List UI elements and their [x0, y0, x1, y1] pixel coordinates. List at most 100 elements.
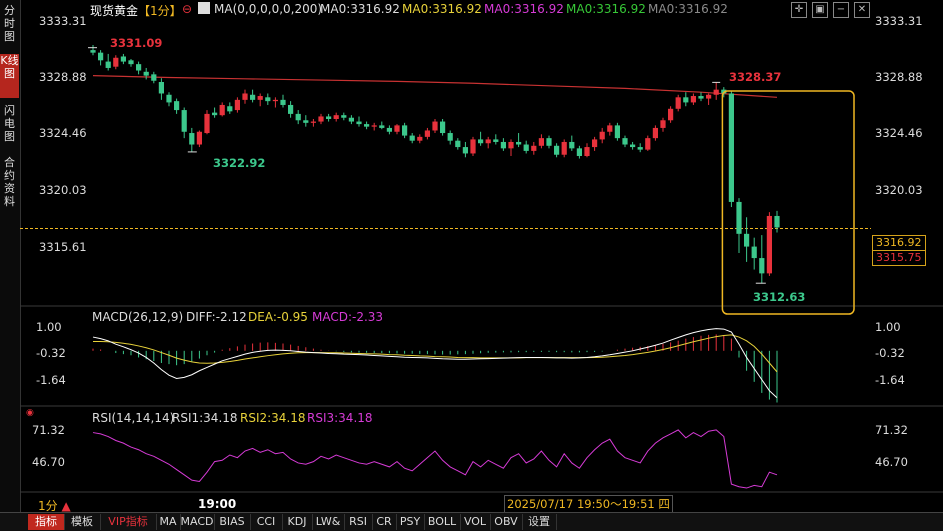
candle-body — [462, 147, 468, 154]
price-tick-left-1: 3333.31 — [39, 14, 87, 28]
candle-body — [196, 131, 202, 145]
candle-body — [333, 115, 339, 119]
candle-body — [478, 139, 484, 144]
chart-type-icon[interactable] — [198, 2, 210, 14]
tab-rsi[interactable]: RSI — [344, 514, 373, 530]
macd-tick-right-2: -0.32 — [875, 346, 905, 360]
candle-body — [310, 121, 316, 123]
tab-vip[interactable]: VIP指标 — [100, 514, 157, 530]
candle-body — [341, 115, 347, 118]
candle-body — [713, 89, 719, 95]
candle-body — [622, 138, 628, 145]
macd-dea: DEA:-0.95 — [248, 310, 308, 324]
annotation-low-right: 3312.63 — [753, 290, 806, 304]
candle-body — [569, 141, 575, 149]
candle-body — [98, 52, 104, 61]
period-label[interactable]: 【1分】 — [138, 2, 182, 19]
rsi-tick-right-1: 71.32 — [875, 423, 908, 437]
diff-line — [92, 328, 778, 399]
candle-body — [614, 125, 620, 139]
sidebar-item-timeshare[interactable]: 分时图 — [0, 4, 19, 46]
candle-body — [364, 124, 370, 127]
tab-vol[interactable]: VOL — [460, 514, 491, 530]
annotation-low-left: 3322.92 — [213, 156, 266, 170]
minus-icon[interactable]: − — [833, 2, 849, 18]
rsi-tick-left-2: 46.70 — [32, 455, 65, 469]
candle-body — [128, 60, 134, 65]
circle-minus-icon[interactable]: ⊖ — [182, 2, 192, 16]
candle-body — [158, 82, 164, 94]
candle-body — [143, 71, 149, 76]
candle-body — [516, 141, 522, 145]
ma-value-1: MA0:3316.92 — [320, 2, 400, 16]
tab-obv[interactable]: OBV — [490, 514, 523, 530]
candle-body — [759, 258, 765, 274]
candle-body — [455, 140, 461, 148]
tab-macd[interactable]: MACD — [180, 514, 215, 530]
candle-body — [584, 147, 590, 156]
cross-icon[interactable]: ✛ — [791, 2, 807, 18]
candle-body — [599, 131, 605, 140]
tab-1[interactable]: 模板 — [64, 514, 101, 530]
tab-ma[interactable]: MA — [156, 514, 181, 530]
price-tick-right-1: 3333.31 — [875, 14, 923, 28]
candle-body — [151, 74, 157, 81]
tab-cci[interactable]: CCI — [250, 514, 283, 530]
rsi-1: RSI1:34.18 — [172, 411, 238, 425]
candle-body — [576, 148, 582, 156]
sidebar-item-kline[interactable]: K线图 — [0, 54, 19, 98]
price-tick-right-4: 3320.03 — [875, 183, 923, 197]
candle-body — [356, 121, 362, 125]
macd-tick-right-3: -1.64 — [875, 373, 905, 387]
settings-dot-icon[interactable]: ◉ — [26, 408, 34, 418]
candle-body — [326, 116, 332, 119]
ma200-line — [92, 75, 778, 98]
ma-params: MA(0,0,0,0,0,200) — [214, 2, 323, 16]
candle-body — [250, 94, 256, 100]
candle-body — [432, 121, 438, 131]
sidebar-item-contract-info[interactable]: 合约资料 — [0, 156, 19, 212]
sidebar: 分时图 K线图 闪电图 合约资料 — [0, 0, 21, 512]
tab-bias[interactable]: BIAS — [214, 514, 251, 530]
candle-body — [630, 144, 636, 148]
candle-body — [554, 145, 560, 155]
macd-value: MACD:-2.33 — [312, 310, 384, 324]
candle-body — [90, 50, 96, 53]
candle-body — [652, 127, 658, 139]
candle-body — [706, 94, 712, 99]
annotation-high-right: 3328.37 — [729, 70, 782, 84]
tab-psy[interactable]: PSY — [396, 514, 425, 530]
candle-body — [500, 141, 506, 149]
price-tick-right-3: 3324.46 — [875, 126, 923, 140]
candle-body — [592, 139, 598, 148]
candle-body — [166, 94, 172, 103]
candle-body — [212, 112, 218, 116]
candle-body — [280, 99, 286, 105]
tab-15[interactable]: 设置 — [522, 514, 557, 530]
candle-body — [424, 130, 430, 137]
candle-body — [272, 99, 278, 102]
ma-value-2: MA0:3316.92 — [402, 2, 482, 16]
candle-body — [546, 138, 552, 146]
tab-lw[interactable]: LW& — [312, 514, 345, 530]
candle-body — [751, 246, 757, 259]
sidebar-item-flash[interactable]: 闪电图 — [0, 104, 19, 146]
macd-tick-right-1: 1.00 — [875, 320, 901, 334]
macd-label: MACD(26,12,9) — [92, 310, 184, 324]
candle-body — [409, 135, 415, 141]
candle-body — [386, 127, 392, 132]
candle-body — [683, 97, 689, 103]
chart-area[interactable]: 现货黄金 【1分】 ⊖ MA(0,0,0,0,0,200) MA0:3316.9… — [20, 0, 943, 513]
frame-icon[interactable]: ▣ — [812, 2, 828, 18]
candle-body — [234, 99, 240, 111]
tab-0[interactable]: 指标 — [28, 514, 65, 530]
tab-cr[interactable]: CR — [372, 514, 397, 530]
candle-body — [204, 113, 210, 134]
tab-boll[interactable]: BOLL — [424, 514, 461, 530]
candle-body — [295, 113, 301, 121]
candle-body — [242, 93, 248, 100]
candle-body — [303, 120, 309, 123]
candle-body — [318, 116, 324, 122]
tab-kdj[interactable]: KDJ — [282, 514, 313, 530]
close-icon[interactable]: ✕ — [854, 2, 870, 18]
